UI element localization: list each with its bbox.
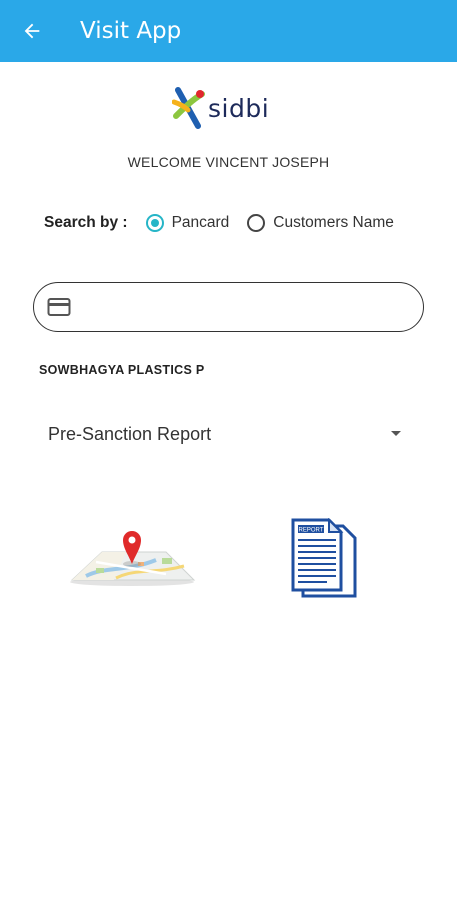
search-by-row: Search by : Pancard Customers Name bbox=[44, 209, 412, 237]
report-button[interactable]: REPORT bbox=[289, 517, 357, 598]
radio-customers-name-label: Customers Name bbox=[273, 214, 394, 231]
arrow-left-icon bbox=[24, 23, 40, 39]
credit-card-icon bbox=[47, 297, 71, 317]
radio-unchecked-icon bbox=[247, 214, 266, 232]
welcome-text: WELCOME VINCENT JOSEPH bbox=[127, 154, 330, 170]
report-type-dropdown[interactable]: Pre-Sanction Report bbox=[34, 416, 414, 452]
pancard-search-field[interactable] bbox=[33, 282, 424, 332]
radio-customers-name[interactable]: Customers Name bbox=[247, 214, 394, 232]
dropdown-arrow-icon bbox=[391, 431, 401, 436]
radio-pancard[interactable]: Pancard bbox=[145, 214, 230, 232]
search-input[interactable] bbox=[79, 291, 383, 323]
sidbi-logo: sidbi bbox=[172, 84, 292, 132]
company-name: SOWBHAGYA PLASTICS P bbox=[39, 363, 205, 377]
search-by-label: Search by : bbox=[44, 214, 128, 231]
sidbi-logo-mark-icon bbox=[172, 87, 205, 129]
sidbi-logo-text: sidbi bbox=[208, 93, 270, 123]
radio-checked-icon bbox=[145, 214, 164, 232]
report-type-value: Pre-Sanction Report bbox=[48, 423, 212, 444]
report-document-icon: REPORT bbox=[291, 517, 357, 598]
radio-pancard-label: Pancard bbox=[171, 214, 230, 231]
app-bar: Visit App bbox=[0, 0, 457, 62]
back-button[interactable] bbox=[0, 0, 64, 62]
report-icon-label: REPORT bbox=[299, 528, 324, 534]
map-location-button[interactable] bbox=[66, 522, 198, 588]
page-title: Visit App bbox=[80, 18, 182, 44]
map-pin-icon bbox=[70, 530, 196, 586]
